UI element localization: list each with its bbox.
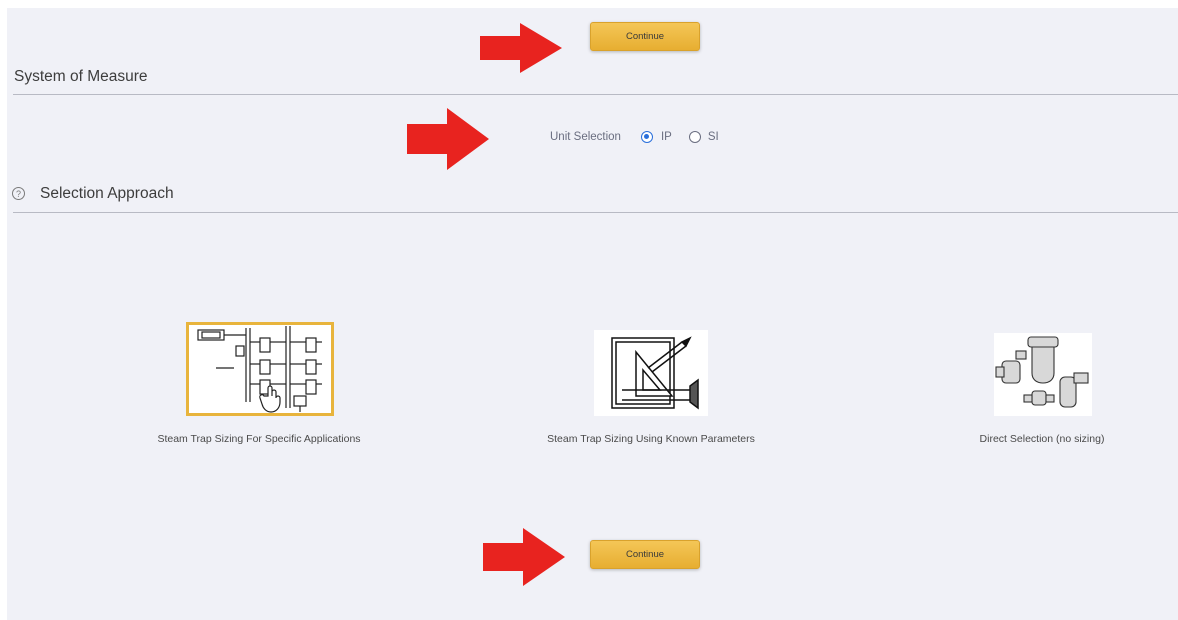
selection-approach-title: Selection Approach (40, 185, 174, 202)
option-direct-selection[interactable] (994, 333, 1092, 416)
option-known-parameters[interactable] (594, 330, 708, 416)
drafting-tools-icon (594, 330, 708, 416)
ip-label[interactable]: IP (661, 131, 672, 143)
continue-button-top[interactable]: Continue (590, 22, 700, 51)
piping-diagram-icon (186, 322, 334, 416)
option-caption-known-parameters[interactable]: Steam Trap Sizing Using Known Parameters (547, 433, 755, 445)
si-radio[interactable] (688, 131, 701, 143)
steam-trap-products-icon (994, 333, 1092, 416)
main-panel (7, 8, 1178, 620)
red-arrow-icon (483, 528, 565, 586)
red-arrow-icon (407, 108, 489, 170)
si-label[interactable]: SI (708, 131, 719, 143)
option-caption-direct-selection[interactable]: Direct Selection (no sizing) (980, 433, 1105, 445)
option-specific-applications[interactable] (186, 322, 334, 416)
unit-selection-label: Unit Selection (550, 131, 621, 143)
help-icon[interactable]: ? (12, 187, 25, 200)
red-arrow-icon (480, 23, 562, 73)
divider (13, 212, 1178, 213)
unit-selection-row: Unit Selection IP SI (550, 131, 719, 143)
continue-button-bottom[interactable]: Continue (590, 540, 700, 569)
option-caption-specific-applications[interactable]: Steam Trap Sizing For Specific Applicati… (157, 433, 360, 445)
ip-radio[interactable] (640, 131, 653, 143)
system-of-measure-title: System of Measure (14, 68, 148, 85)
divider (13, 94, 1178, 95)
